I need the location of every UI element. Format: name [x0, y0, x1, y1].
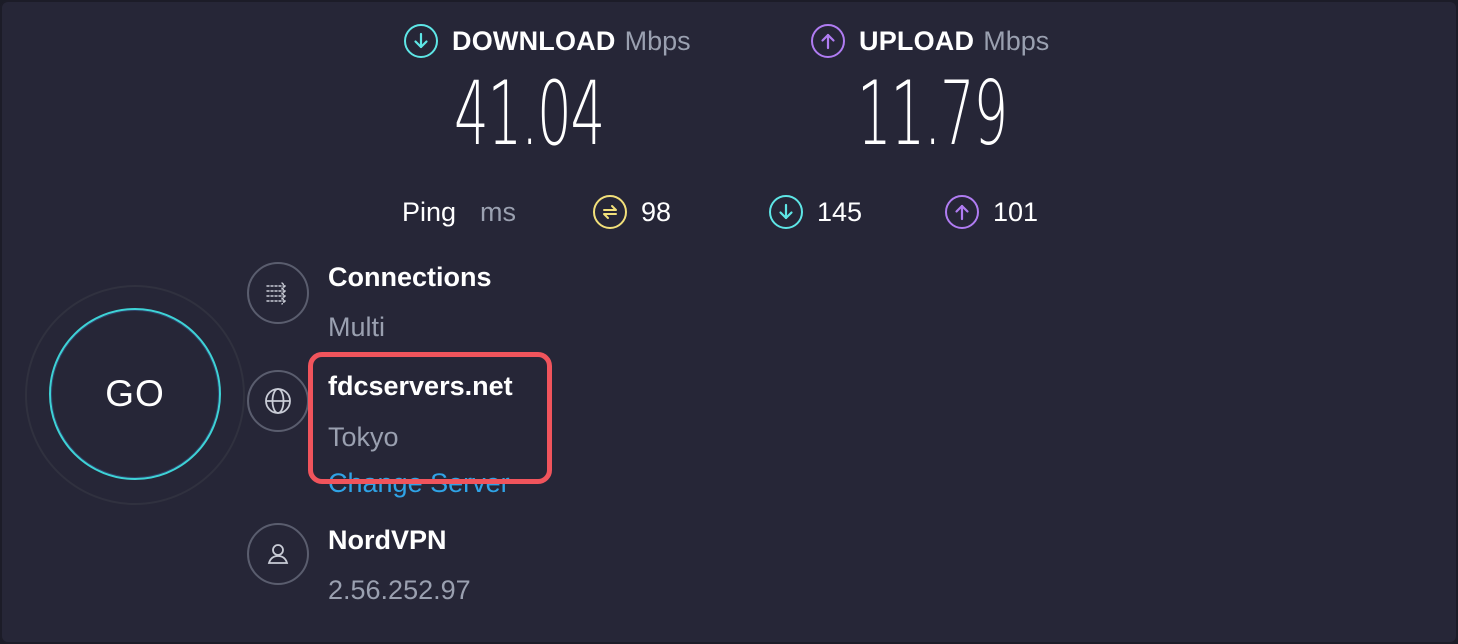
arrow-down-circle-icon — [404, 24, 438, 58]
ping-upload-value: 101 — [993, 197, 1039, 227]
ping-upload: 101 — [945, 195, 1038, 229]
user-icon — [247, 523, 309, 585]
arrow-up-circle-icon — [945, 195, 979, 229]
upload-label: UPLOAD — [859, 25, 975, 56]
provider-name: NordVPN — [328, 525, 447, 555]
ping-idle-icon — [593, 195, 627, 229]
server-location: Tokyo — [328, 422, 399, 452]
ping-idle: 98 — [593, 195, 671, 229]
upload-unit: Mbps — [983, 25, 1050, 56]
ping-download-value: 145 — [817, 197, 863, 227]
ping-download: 145 — [769, 195, 862, 229]
provider-ip: 2.56.252.97 — [328, 575, 471, 605]
connections-value[interactable]: Multi — [328, 312, 385, 343]
change-server-link[interactable]: Change Server — [328, 468, 510, 499]
arrow-down-circle-icon — [769, 195, 803, 229]
go-button-label: GO — [105, 373, 165, 414]
ping-unit: ms — [480, 197, 516, 227]
connections-icon — [247, 262, 309, 324]
download-unit: Mbps — [624, 25, 691, 56]
upload-section: UPLOAD Mbps 11.79 — [811, 22, 1050, 164]
upload-speed-value: 11.79 — [857, 62, 1008, 165]
download-speed-value: 41.04 — [454, 62, 605, 165]
go-button[interactable]: GO — [49, 308, 221, 480]
download-section: DOWNLOAD Mbps 41.04 — [404, 22, 691, 164]
connections-title: Connections — [328, 262, 492, 292]
ping-idle-value: 98 — [641, 197, 672, 227]
ping-label: Ping — [402, 197, 457, 227]
server-host: fdcservers.net — [328, 371, 513, 401]
globe-icon — [247, 370, 309, 432]
speedtest-panel: DOWNLOAD Mbps 41.04 UPLOAD Mbps 11.79 Pi… — [0, 0, 1458, 644]
download-label: DOWNLOAD — [452, 25, 616, 56]
arrow-up-circle-icon — [811, 24, 845, 58]
